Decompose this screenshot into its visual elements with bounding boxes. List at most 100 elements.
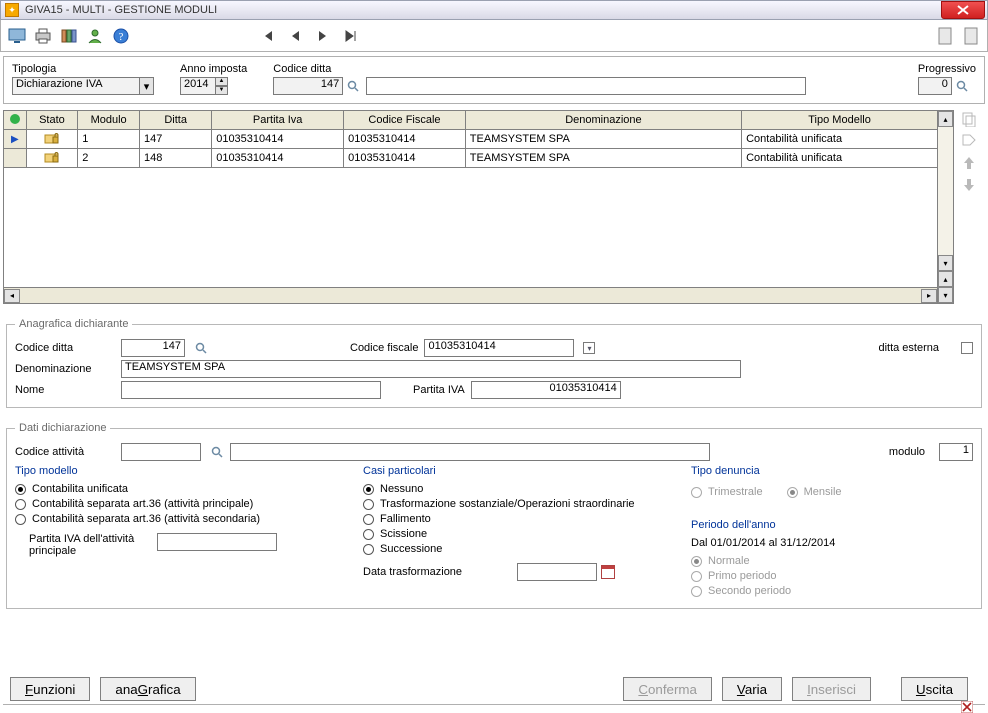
codice-attivita-desc — [230, 443, 710, 461]
svg-text:?: ? — [119, 31, 124, 43]
tag-icon[interactable] — [960, 132, 978, 150]
grid-side-operations — [954, 110, 980, 304]
col-modulo[interactable]: Modulo — [78, 111, 140, 130]
spin-up-icon[interactable]: ▲ — [216, 77, 228, 86]
calendar-icon[interactable] — [601, 565, 615, 579]
anag-piva-label: Partita IVA — [413, 384, 465, 396]
anag-den-label: Denominazione — [15, 363, 115, 375]
scroll-up-icon[interactable]: ▴ — [938, 111, 953, 127]
col-stato[interactable]: Stato — [26, 111, 78, 130]
chevron-down-icon[interactable]: ▾ — [140, 77, 154, 95]
varia-button[interactable]: Varia — [722, 677, 782, 701]
periodo-title: Periodo dell'anno — [691, 519, 911, 531]
anag-den-input[interactable]: TEAMSYSTEM SPA — [121, 360, 741, 378]
arrow-down-icon[interactable] — [960, 176, 978, 194]
lock-folder-icon — [44, 131, 60, 145]
anag-piva-input[interactable]: 01035310414 — [471, 381, 621, 399]
grid-table[interactable]: Stato Modulo Ditta Partita Iva Codice Fi… — [3, 110, 938, 168]
print-icon[interactable] — [33, 26, 53, 46]
search-icon[interactable] — [346, 79, 360, 93]
button-bar: Funzioni anaGrafica Conferma Varia Inser… — [0, 677, 988, 701]
scroll-down-icon[interactable]: ▾ — [938, 255, 953, 271]
codice-attivita-label: Codice attività — [15, 446, 115, 458]
search-icon[interactable] — [210, 445, 224, 459]
doc2-icon[interactable] — [961, 26, 981, 46]
radio-sep-principale[interactable]: Contabilità separata art.36 (attività pr… — [15, 498, 335, 510]
doc1-icon[interactable] — [935, 26, 955, 46]
search-icon[interactable] — [194, 341, 208, 355]
scroll-left-icon[interactable]: ◂ — [4, 289, 20, 303]
uscita-button[interactable]: Uscita — [901, 677, 968, 701]
books-icon[interactable] — [59, 26, 79, 46]
ditta-esterna-label: ditta esterna — [878, 342, 939, 354]
casi-title: Casi particolari — [363, 465, 663, 477]
scroll-right-icon[interactable]: ▸ — [921, 289, 937, 303]
spin-down-icon[interactable]: ▼ — [216, 86, 228, 95]
funzioni-button[interactable]: Funzioni — [10, 677, 90, 701]
arrow-up-icon[interactable] — [960, 154, 978, 172]
piva-attivita-input[interactable] — [157, 533, 277, 551]
radio-casi-successione[interactable]: Successione — [363, 543, 663, 555]
col-cf[interactable]: Codice Fiscale — [344, 111, 466, 130]
piva-attivita-label: Partita IVA dell'attività principale — [29, 533, 149, 557]
col-tipo[interactable]: Tipo Modello — [742, 111, 938, 130]
table-row[interactable]: ▶ 1 147 01035310414 01035310414 TEAMSYST… — [4, 130, 938, 149]
anag-cf-input[interactable]: 01035310414 — [424, 339, 574, 357]
anag-codice-ditta-input[interactable]: 147 — [121, 339, 185, 357]
anag-codice-ditta-label: Codice ditta — [15, 342, 115, 354]
modulo-num-label: modulo — [889, 446, 925, 458]
cell-den: TEAMSYSTEM SPA — [465, 130, 741, 149]
status-dot-icon — [10, 114, 20, 124]
codice-ditta-label: Codice ditta — [273, 63, 806, 75]
cell-cf: 01035310414 — [344, 149, 466, 168]
anagrafica-legend: Anagrafica dichiarante — [15, 318, 132, 330]
anag-nome-input[interactable] — [121, 381, 381, 399]
anagrafica-button[interactable]: anaGrafica — [100, 677, 195, 701]
monitor-icon[interactable] — [7, 26, 27, 46]
cell-tipo: Contabilità unificata — [742, 130, 938, 149]
progressivo-input[interactable]: 0 — [918, 77, 952, 95]
nav-first-icon[interactable] — [257, 26, 277, 46]
nav-next-icon[interactable] — [313, 26, 333, 46]
popup-icon[interactable]: ▾ — [583, 342, 595, 354]
close-icon[interactable] — [959, 701, 975, 713]
help-icon[interactable]: ? — [111, 26, 131, 46]
ditta-esterna-checkbox[interactable] — [961, 342, 973, 354]
col-piva[interactable]: Partita Iva — [212, 111, 344, 130]
grid-select-header[interactable] — [4, 111, 27, 130]
nav-prev-icon[interactable] — [285, 26, 305, 46]
cell-modulo: 2 — [78, 149, 140, 168]
toolbar: ? — [0, 20, 988, 52]
nav-last-icon[interactable] — [341, 26, 361, 46]
scroll-up-icon[interactable]: ▴ — [938, 271, 953, 287]
radio-mensile: Mensile — [787, 486, 842, 498]
data-trasf-input[interactable] — [517, 563, 597, 581]
search-icon[interactable] — [955, 79, 969, 93]
tipologia-select[interactable]: Dichiarazione IVA ▾ — [12, 77, 154, 95]
window-close-button[interactable] — [941, 1, 985, 19]
window-title: GIVA15 - MULTI - GESTIONE MODULI — [25, 4, 217, 16]
lock-folder-icon — [44, 150, 60, 164]
col-den[interactable]: Denominazione — [465, 111, 741, 130]
codice-ditta-desc — [366, 77, 806, 95]
copy-icon[interactable] — [960, 110, 978, 128]
v-scrollbar[interactable]: ▴ ▾ ▴ ▾ — [938, 110, 954, 304]
col-ditta[interactable]: Ditta — [140, 111, 212, 130]
anno-spinner[interactable]: 2014 ▲▼ — [180, 77, 247, 95]
radio-contab-unificata[interactable]: Contabilita unificata — [15, 483, 335, 495]
radio-casi-nessuno[interactable]: Nessuno — [363, 483, 663, 495]
radio-casi-trasf[interactable]: Trasformazione sostanziale/Operazioni st… — [363, 498, 663, 510]
radio-sep-secondaria[interactable]: Contabilità separata art.36 (attività se… — [15, 513, 335, 525]
radio-casi-scissione[interactable]: Scissione — [363, 528, 663, 540]
radio-casi-fallimento[interactable]: Fallimento — [363, 513, 663, 525]
tipologia-value: Dichiarazione IVA — [12, 77, 140, 95]
scroll-down-icon[interactable]: ▾ — [938, 287, 953, 303]
dati-fieldset: Dati dichiarazione Codice attività modul… — [6, 422, 982, 609]
h-scrollbar[interactable]: ◂ ▸ — [3, 288, 938, 304]
codice-attivita-input[interactable] — [121, 443, 201, 461]
table-row[interactable]: 2 148 01035310414 01035310414 TEAMSYSTEM… — [4, 149, 938, 168]
modulo-num-input[interactable]: 1 — [939, 443, 973, 461]
cell-modulo: 1 — [78, 130, 140, 149]
codice-ditta-input[interactable]: 147 — [273, 77, 343, 95]
user-icon[interactable] — [85, 26, 105, 46]
